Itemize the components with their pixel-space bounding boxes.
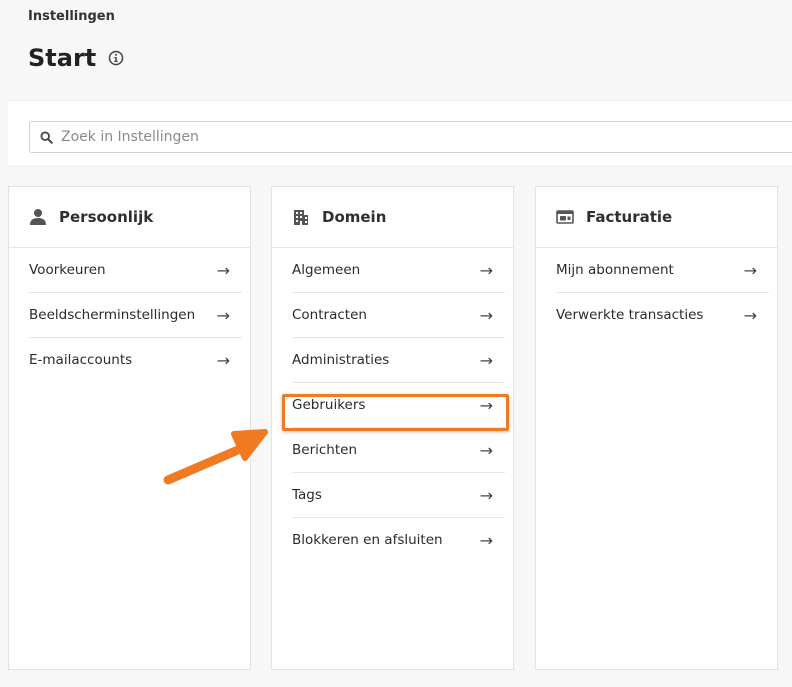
card-personal-header: Persoonlijk bbox=[9, 187, 250, 248]
list-item-label: E-mailaccounts bbox=[29, 352, 133, 368]
arrow-right-icon: → bbox=[479, 530, 493, 550]
building-icon bbox=[292, 208, 310, 226]
search-box[interactable] bbox=[29, 121, 792, 153]
list-item-label: Voorkeuren bbox=[29, 262, 106, 278]
list-item-beeldscherminstellingen[interactable]: Beeldscherminstellingen → bbox=[29, 293, 242, 338]
billing-icon bbox=[556, 209, 574, 225]
card-billing-header: Facturatie bbox=[536, 187, 777, 248]
list-item-contracten[interactable]: Contracten → bbox=[292, 293, 505, 338]
card-domain-header: Domein bbox=[272, 187, 513, 248]
list-item-label: Berichten bbox=[292, 442, 358, 458]
arrow-right-icon: → bbox=[479, 485, 493, 505]
page-title: Start bbox=[28, 44, 97, 72]
arrow-right-icon: → bbox=[216, 305, 230, 325]
list-item-verwerkte-transacties[interactable]: Verwerkte transacties → bbox=[556, 293, 769, 337]
list-item-e-mailaccounts[interactable]: E-mailaccounts → bbox=[29, 338, 242, 382]
page-header: Start bbox=[28, 44, 124, 72]
list-item-berichten[interactable]: Berichten → bbox=[292, 428, 505, 473]
card-billing-title: Facturatie bbox=[586, 208, 673, 226]
list-item-label: Blokkeren en afsluiten bbox=[292, 532, 443, 548]
list-item-administraties[interactable]: Administraties → bbox=[292, 338, 505, 383]
search-bar-area bbox=[8, 100, 792, 167]
arrow-right-icon: → bbox=[479, 260, 493, 280]
list-item-voorkeuren[interactable]: Voorkeuren → bbox=[29, 248, 242, 293]
breadcrumb: Instellingen bbox=[28, 9, 115, 24]
list-item-label: Verwerkte transacties bbox=[556, 307, 704, 323]
info-icon[interactable] bbox=[108, 50, 124, 66]
person-icon bbox=[29, 208, 47, 226]
arrow-right-icon: → bbox=[216, 350, 230, 370]
list-item-blokkeren-en-afsluiten[interactable]: Blokkeren en afsluiten → bbox=[292, 518, 505, 562]
card-domain-title: Domein bbox=[322, 208, 387, 226]
list-item-label: Algemeen bbox=[292, 262, 361, 278]
list-item-label: Gebruikers bbox=[292, 397, 366, 413]
card-domain-list: Algemeen → Contracten → Administraties →… bbox=[272, 248, 513, 562]
arrow-right-icon: → bbox=[743, 260, 757, 280]
list-item-label: Mijn abonnement bbox=[556, 262, 674, 278]
card-personal-list: Voorkeuren → Beeldscherminstellingen → E… bbox=[9, 248, 250, 382]
arrow-right-icon: → bbox=[479, 440, 493, 460]
card-billing: Facturatie Mijn abonnement → Verwerkte t… bbox=[535, 186, 778, 670]
arrow-right-icon: → bbox=[479, 350, 493, 370]
list-item-label: Contracten bbox=[292, 307, 367, 323]
card-personal-title: Persoonlijk bbox=[59, 208, 154, 226]
list-item-label: Beeldscherminstellingen bbox=[29, 307, 196, 323]
arrow-right-icon: → bbox=[479, 305, 493, 325]
card-domain: Domein Algemeen → Contracten → Administr… bbox=[271, 186, 514, 670]
list-item-tags[interactable]: Tags → bbox=[292, 473, 505, 518]
list-item-label: Administraties bbox=[292, 352, 390, 368]
arrow-right-icon: → bbox=[216, 260, 230, 280]
list-item-label: Tags bbox=[292, 487, 322, 503]
arrow-right-icon: → bbox=[479, 395, 493, 415]
card-personal: Persoonlijk Voorkeuren → Beeldscherminst… bbox=[8, 186, 251, 670]
arrow-right-icon: → bbox=[743, 305, 757, 325]
card-billing-list: Mijn abonnement → Verwerkte transacties … bbox=[536, 248, 777, 337]
search-icon bbox=[40, 130, 53, 144]
search-input[interactable] bbox=[61, 129, 661, 145]
list-item-mijn-abonnement[interactable]: Mijn abonnement → bbox=[556, 248, 769, 293]
list-item-algemeen[interactable]: Algemeen → bbox=[292, 248, 505, 293]
list-item-gebruikers[interactable]: Gebruikers → bbox=[292, 383, 505, 428]
